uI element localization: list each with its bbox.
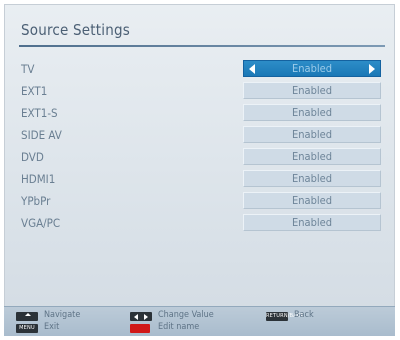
source-value-box[interactable]: Enabled [243, 192, 381, 209]
source-label: EXT1-S [21, 106, 58, 120]
source-value-selector[interactable]: Enabled [243, 60, 381, 77]
source-settings-panel: Source Settings TV Enabled EXT1 Enabled … [4, 4, 395, 336]
source-row-dvd[interactable]: DVD Enabled [5, 148, 394, 169]
title-divider [19, 45, 385, 47]
source-label: HDMI1 [21, 172, 56, 186]
source-row-tv[interactable]: TV Enabled [5, 60, 394, 81]
source-row-ext1[interactable]: EXT1 Enabled [5, 82, 394, 103]
key-hint-bar: Navigate Change Value RETURN/BACK Back M… [4, 306, 395, 336]
source-label: SIDE AV [21, 128, 62, 142]
source-label: EXT1 [21, 84, 48, 98]
source-row-ypbpr[interactable]: YPbPr Enabled [5, 192, 394, 213]
page-title: Source Settings [21, 21, 130, 39]
source-value-box[interactable]: Enabled [243, 126, 381, 143]
source-row-ext1-s[interactable]: EXT1-S Enabled [5, 104, 394, 125]
hint-label: Exit [44, 322, 60, 332]
source-label: TV [21, 62, 35, 76]
source-label: DVD [21, 150, 44, 164]
return-key-icon: RETURN/BACK [266, 312, 304, 321]
source-label: VGA/PC [21, 216, 61, 230]
source-label: YPbPr [21, 194, 51, 208]
source-row-hdmi1[interactable]: HDMI1 Enabled [5, 170, 394, 191]
red-key-icon [130, 324, 150, 333]
source-value-box[interactable]: Enabled [243, 148, 381, 165]
source-value-box[interactable]: Enabled [243, 170, 381, 187]
hint-label: Navigate [44, 310, 81, 320]
source-value-box[interactable]: Enabled [243, 214, 381, 231]
source-value: Enabled [292, 62, 332, 75]
source-row-side-av[interactable]: SIDE AV Enabled [5, 126, 394, 147]
arrow-left-icon[interactable] [249, 64, 255, 74]
menu-key-icon: MENU [16, 324, 38, 333]
up-down-key-icon [16, 312, 38, 321]
source-row-vga-pc[interactable]: VGA/PC Enabled [5, 214, 394, 235]
source-value-box[interactable]: Enabled [243, 104, 381, 121]
source-value-box[interactable]: Enabled [243, 82, 381, 99]
hint-label: Edit name [158, 322, 200, 332]
arrow-right-icon[interactable] [369, 64, 375, 74]
hint-label: Change Value [158, 310, 214, 320]
hint-label: Back [294, 310, 314, 320]
left-right-key-icon [130, 312, 152, 321]
